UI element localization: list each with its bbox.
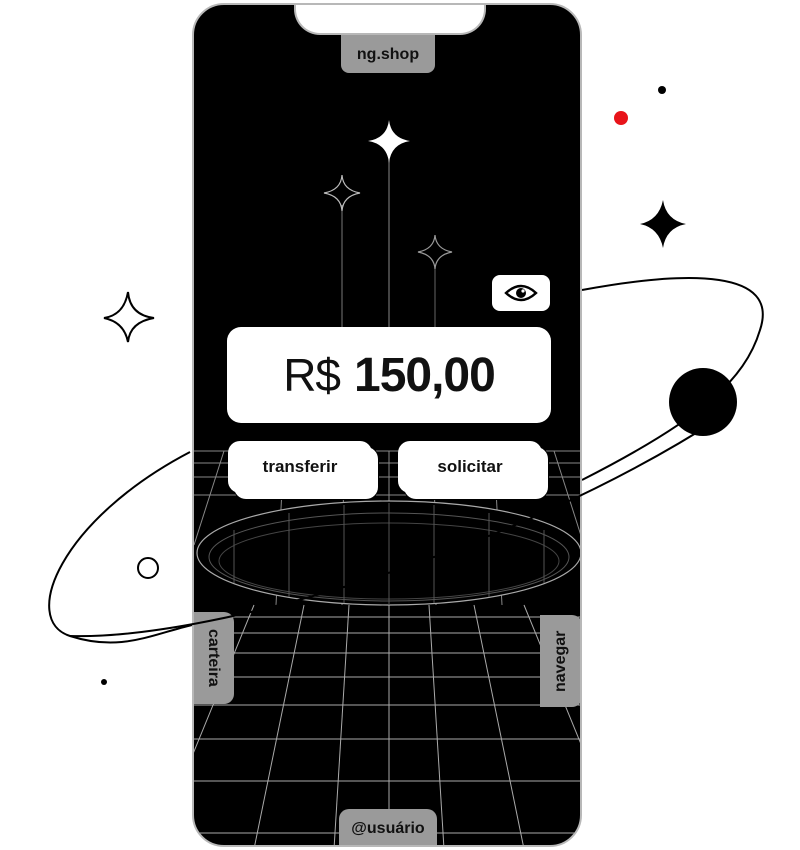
phone-frame: ng.shop R$ 150,00 transferir solicitar c… <box>192 3 582 847</box>
wallet-tab[interactable]: carteira <box>194 612 234 704</box>
user-tab[interactable]: @usuário <box>339 809 437 845</box>
grid-tunnel-art <box>194 120 580 845</box>
eye-icon <box>504 284 538 302</box>
balance-amount: 150,00 <box>354 348 496 402</box>
navigate-tab[interactable]: navegar <box>540 615 580 707</box>
balance-card: R$ 150,00 <box>227 327 551 423</box>
small-ring-icon <box>137 557 159 579</box>
request-button[interactable]: solicitar <box>398 441 551 502</box>
red-dot-icon <box>614 111 628 125</box>
transfer-button[interactable]: transferir <box>228 441 381 502</box>
orbit-ring-back <box>48 451 193 644</box>
dot-icon <box>101 679 107 685</box>
shop-tab[interactable]: ng.shop <box>341 35 435 73</box>
sparkle-outline-icon <box>103 291 155 343</box>
star-small-icon <box>417 234 453 270</box>
sparkle-solid-icon <box>640 200 686 248</box>
star-large-icon <box>368 120 410 163</box>
orbit-ring-back-right <box>581 277 764 481</box>
dot-icon <box>658 86 666 94</box>
balance-currency: R$ <box>283 349 341 401</box>
phone-notch <box>294 5 486 35</box>
toggle-visibility-button[interactable] <box>492 275 550 311</box>
